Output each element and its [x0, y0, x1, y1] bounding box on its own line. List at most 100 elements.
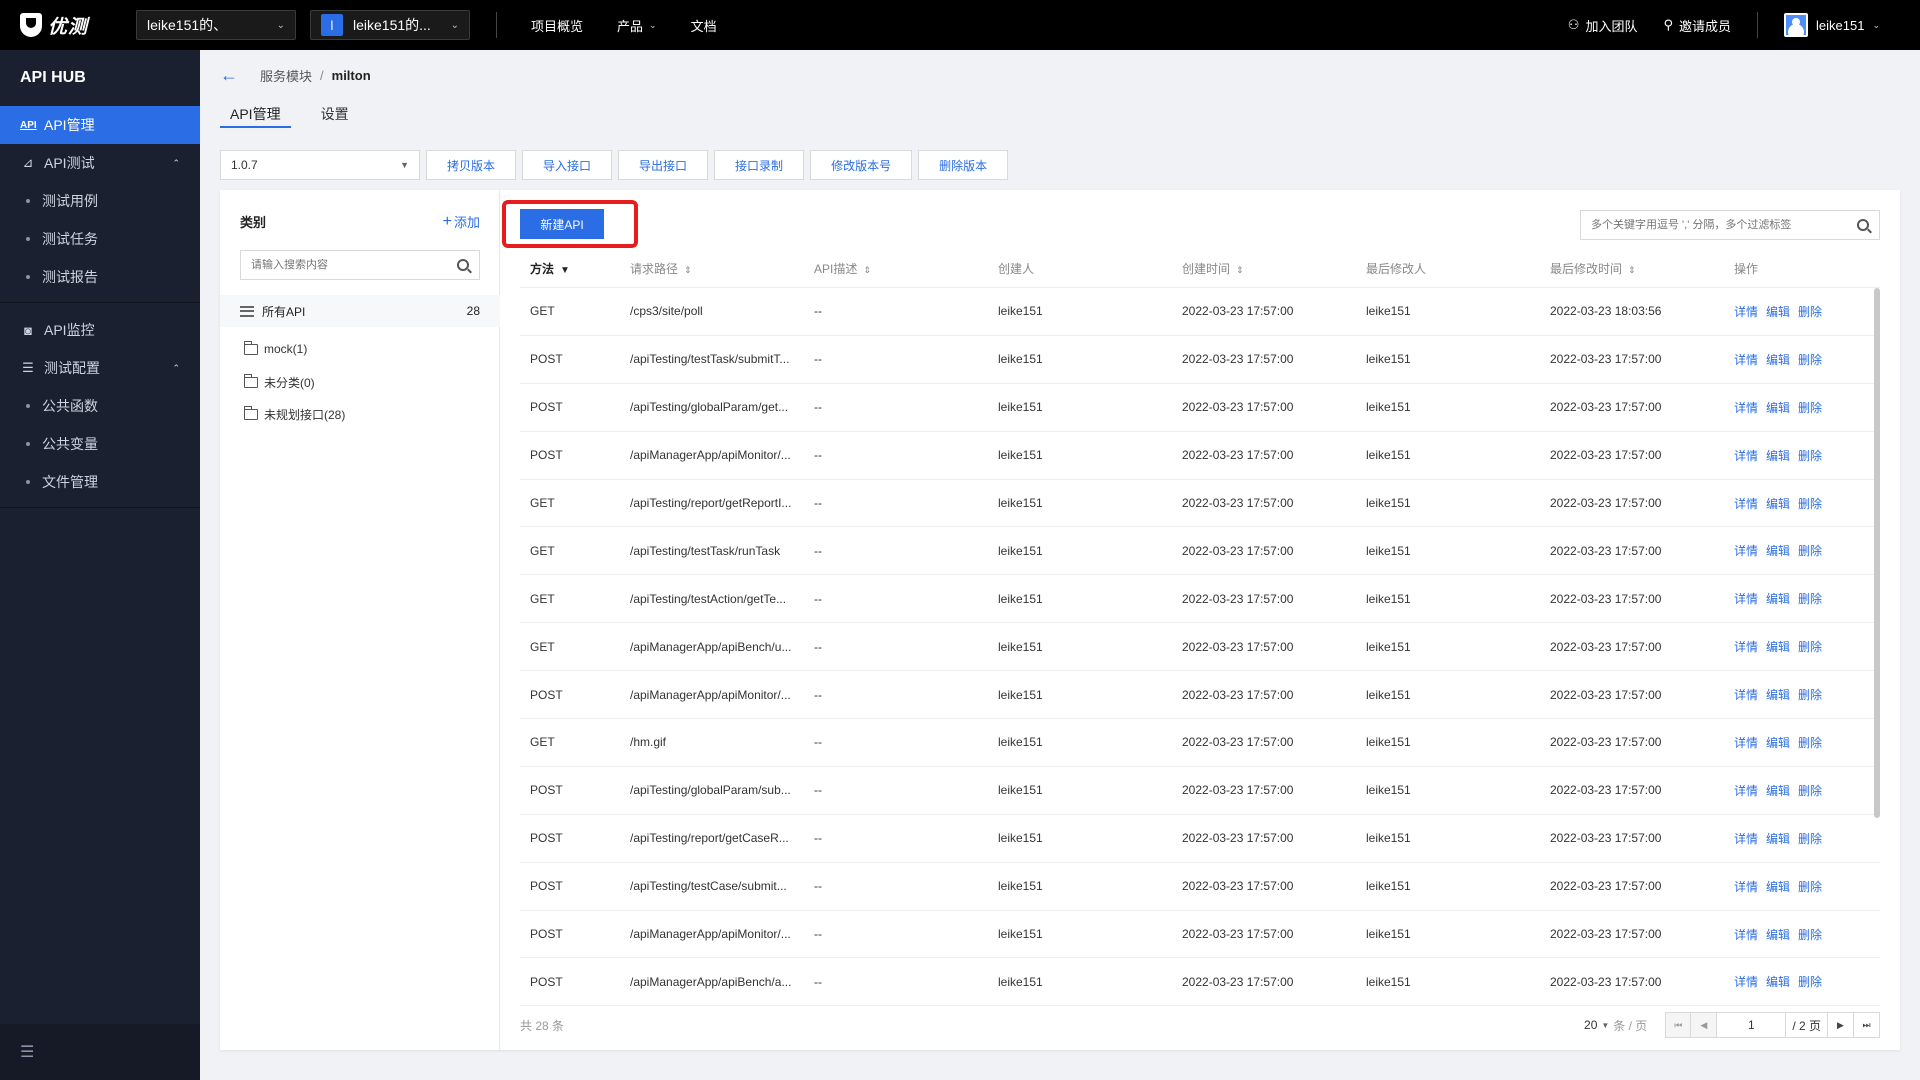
- sidebar-item-public-variables[interactable]: 公共变量: [0, 425, 200, 463]
- edit-link[interactable]: 编辑: [1766, 688, 1790, 702]
- edit-link[interactable]: 编辑: [1766, 832, 1790, 846]
- header-modified[interactable]: 最后修改时间 ⇕: [1540, 260, 1724, 277]
- detail-link[interactable]: 详情: [1734, 880, 1758, 894]
- table-body[interactable]: GET/cps3/site/poll -- leike151 2022-03-23 1…: [520, 288, 1880, 1006]
- page-size-select[interactable]: 20 ▼: [1584, 1018, 1609, 1032]
- sidebar-item-test-cases[interactable]: 测试用例: [0, 182, 200, 220]
- version-select[interactable]: 1.0.7 ▼: [220, 150, 420, 180]
- delete-link[interactable]: 删除: [1798, 544, 1822, 558]
- table-row[interactable]: POST/apiTesting/globalParam/get... -- leik…: [520, 384, 1880, 432]
- project-select[interactable]: l leike151的... ⌄: [310, 10, 470, 40]
- delete-link[interactable]: 删除: [1798, 832, 1822, 846]
- table-row[interactable]: GET/apiTesting/report/getReportI... -- lei…: [520, 480, 1880, 528]
- join-team-link[interactable]: ⚇ 加入团队: [1568, 16, 1638, 35]
- sort-icon[interactable]: ⇕: [684, 265, 692, 275]
- sidebar-item-api-monitor[interactable]: ◙ API监控: [0, 311, 200, 349]
- delete-version-button[interactable]: 删除版本: [918, 150, 1009, 180]
- table-row[interactable]: GET/cps3/site/poll -- leike151 2022-03-23 1…: [520, 288, 1880, 336]
- detail-link[interactable]: 详情: [1734, 736, 1758, 750]
- delete-link[interactable]: 删除: [1798, 928, 1822, 942]
- delete-link[interactable]: 删除: [1798, 497, 1822, 511]
- last-page-icon[interactable]: ⏭: [1854, 1012, 1880, 1038]
- copy-version-button[interactable]: 拷贝版本: [426, 150, 517, 180]
- invite-member-link[interactable]: ⚲ 邀请成员: [1663, 16, 1731, 35]
- logo[interactable]: 优测: [20, 12, 136, 39]
- table-row[interactable]: POST/apiTesting/testCase/submit... -- leik…: [520, 863, 1880, 911]
- edit-link[interactable]: 编辑: [1766, 880, 1790, 894]
- edit-link[interactable]: 编辑: [1766, 592, 1790, 606]
- table-row[interactable]: GET/hm.gif -- leike151 2022-03-23 17:57:00 l…: [520, 719, 1880, 767]
- table-row[interactable]: POST/apiTesting/report/getCaseR... -- leik…: [520, 815, 1880, 863]
- nav-product[interactable]: 产品 ⌄: [617, 16, 657, 35]
- export-api-button[interactable]: 导出接口: [618, 150, 709, 180]
- table-row[interactable]: POST/apiTesting/globalParam/sub... -- leik…: [520, 767, 1880, 815]
- back-arrow-icon[interactable]: ←: [220, 65, 238, 86]
- scrollbar[interactable]: [1874, 288, 1880, 818]
- header-method[interactable]: 方法 ▼: [520, 260, 620, 277]
- sidebar-item-api-manage[interactable]: API API管理: [0, 106, 200, 144]
- detail-link[interactable]: 详情: [1734, 449, 1758, 463]
- sidebar-item-public-functions[interactable]: 公共函数: [0, 387, 200, 425]
- detail-link[interactable]: 详情: [1734, 592, 1758, 606]
- detail-link[interactable]: 详情: [1734, 832, 1758, 846]
- table-row[interactable]: GET/apiTesting/testTask/runTask -- leike15…: [520, 527, 1880, 576]
- sidebar-item-test-config[interactable]: ☰ 测试配置 ⌃: [0, 349, 200, 387]
- edit-link[interactable]: 编辑: [1766, 497, 1790, 511]
- detail-link[interactable]: 详情: [1734, 928, 1758, 942]
- header-path[interactable]: 请求路径 ⇕: [620, 260, 804, 277]
- detail-link[interactable]: 详情: [1734, 975, 1758, 989]
- category-search-input[interactable]: [251, 259, 441, 271]
- delete-link[interactable]: 删除: [1798, 592, 1822, 606]
- detail-link[interactable]: 详情: [1734, 640, 1758, 654]
- table-row[interactable]: GET/apiManagerApp/apiBench/u... -- leike15…: [520, 623, 1880, 672]
- table-row[interactable]: POST/apiManagerApp/apiMonitor/... -- leike…: [520, 911, 1880, 959]
- record-api-button[interactable]: 接口录制: [714, 150, 805, 180]
- delete-link[interactable]: 删除: [1798, 401, 1822, 415]
- delete-link[interactable]: 删除: [1798, 640, 1822, 654]
- table-row[interactable]: POST/apiManagerApp/apiMonitor/... -- leike…: [520, 671, 1880, 720]
- delete-link[interactable]: 删除: [1798, 688, 1822, 702]
- sort-icon[interactable]: ⇕: [863, 265, 871, 275]
- prev-page-icon[interactable]: ◀: [1691, 1012, 1718, 1038]
- delete-link[interactable]: 删除: [1798, 305, 1822, 319]
- detail-link[interactable]: 详情: [1734, 688, 1758, 702]
- table-row[interactable]: POST/apiManagerApp/apiMonitor/... -- leike…: [520, 432, 1880, 480]
- sidebar-item-test-reports[interactable]: 测试报告: [0, 258, 200, 296]
- detail-link[interactable]: 详情: [1734, 353, 1758, 367]
- sort-icon[interactable]: ⇕: [1236, 265, 1244, 275]
- detail-link[interactable]: 详情: [1734, 784, 1758, 798]
- tab-api-manage[interactable]: API管理: [220, 104, 291, 128]
- search-icon[interactable]: [457, 259, 469, 271]
- table-row[interactable]: GET/apiTesting/testAction/getTe... -- leik…: [520, 575, 1880, 624]
- nav-docs[interactable]: 文档: [691, 16, 717, 35]
- edit-link[interactable]: 编辑: [1766, 449, 1790, 463]
- delete-link[interactable]: 删除: [1798, 880, 1822, 894]
- delete-link[interactable]: 删除: [1798, 736, 1822, 750]
- detail-link[interactable]: 详情: [1734, 544, 1758, 558]
- user-menu[interactable]: leike151 ⌄: [1784, 13, 1880, 37]
- edit-link[interactable]: 编辑: [1766, 736, 1790, 750]
- table-row[interactable]: POST/apiTesting/testTask/submitT... -- lei…: [520, 336, 1880, 384]
- edit-version-button[interactable]: 修改版本号: [810, 150, 913, 180]
- edit-link[interactable]: 编辑: [1766, 784, 1790, 798]
- breadcrumb-parent[interactable]: 服务模块: [260, 66, 312, 85]
- detail-link[interactable]: 详情: [1734, 401, 1758, 415]
- edit-link[interactable]: 编辑: [1766, 305, 1790, 319]
- detail-link[interactable]: 详情: [1734, 305, 1758, 319]
- delete-link[interactable]: 删除: [1798, 449, 1822, 463]
- edit-link[interactable]: 编辑: [1766, 353, 1790, 367]
- first-page-icon[interactable]: ⏮: [1665, 1012, 1692, 1038]
- delete-link[interactable]: 删除: [1798, 784, 1822, 798]
- header-created[interactable]: 创建时间 ⇕: [1172, 260, 1356, 277]
- edit-link[interactable]: 编辑: [1766, 640, 1790, 654]
- next-page-icon[interactable]: ▶: [1828, 1012, 1854, 1038]
- api-filter-input[interactable]: [1591, 219, 1841, 231]
- category-all-apis[interactable]: 所有API 28: [220, 295, 500, 327]
- page-number-input[interactable]: 1: [1717, 1012, 1786, 1038]
- sidebar-item-test-tasks[interactable]: 测试任务: [0, 220, 200, 258]
- sidebar-item-file-manage[interactable]: 文件管理: [0, 463, 200, 501]
- edit-link[interactable]: 编辑: [1766, 975, 1790, 989]
- org-select[interactable]: leike151的、 ⌄: [136, 10, 296, 40]
- edit-link[interactable]: 编辑: [1766, 928, 1790, 942]
- edit-link[interactable]: 编辑: [1766, 401, 1790, 415]
